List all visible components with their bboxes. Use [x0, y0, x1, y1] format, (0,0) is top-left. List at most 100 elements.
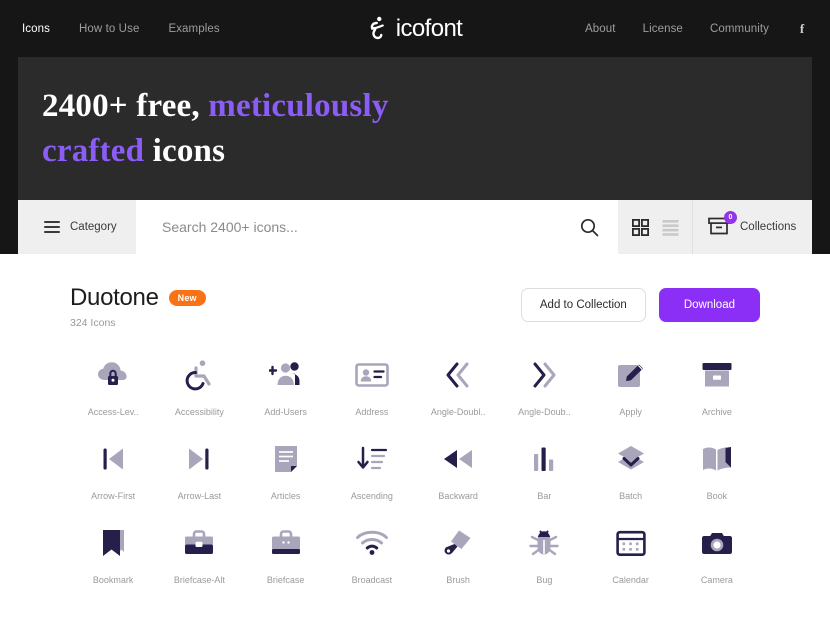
- icon-grid: Access-Lev.. Accessibility Add-Users Add…: [70, 355, 760, 585]
- facebook-icon[interactable]: f: [796, 21, 808, 37]
- ascending-icon: [352, 439, 392, 479]
- icon-cell-briefcase-alt[interactable]: Briefcase-Alt: [156, 523, 242, 585]
- icon-cell-add-users[interactable]: Add-Users: [243, 355, 329, 417]
- angle-double-right-icon: [524, 355, 564, 395]
- icon-cell-broadcast[interactable]: Broadcast: [329, 523, 415, 585]
- hero-section-wrapper: 2400+ free, meticulously crafted icons: [0, 57, 830, 200]
- icon-cell-backward[interactable]: Backward: [415, 439, 501, 501]
- view-toggle-group: [618, 200, 692, 254]
- angle-double-left-icon: [438, 355, 478, 395]
- hero-text-part1: 2400+ free,: [42, 87, 209, 124]
- icon-cell-bug[interactable]: Bug: [501, 523, 587, 585]
- nav-link-about[interactable]: About: [585, 23, 616, 35]
- icon-count-label: 324 Icons: [70, 317, 116, 329]
- icon-cell-book[interactable]: Book: [674, 439, 760, 501]
- icon-cell-angle-double-right[interactable]: Angle-Doub..: [501, 355, 587, 417]
- bug-icon: [524, 523, 564, 563]
- icon-cell-arrow-last[interactable]: Arrow-Last: [156, 439, 242, 501]
- icon-cell-bar[interactable]: Bar: [501, 439, 587, 501]
- icon-label: Ascending: [350, 491, 393, 501]
- nav-link-examples[interactable]: Examples: [168, 23, 219, 35]
- add-to-collection-button[interactable]: Add to Collection: [520, 288, 646, 322]
- download-button[interactable]: Download: [658, 288, 760, 322]
- icon-cell-address[interactable]: Address: [329, 355, 415, 417]
- header-actions: Add to Collection Download: [520, 284, 760, 322]
- icon-label: Camera: [700, 575, 733, 585]
- bar-icon: [524, 439, 564, 479]
- bookmark-icon: [93, 523, 133, 563]
- articles-icon: [266, 439, 306, 479]
- icon-cell-arrow-first[interactable]: Arrow-First: [70, 439, 156, 501]
- search-bar-wrapper: Category Search 2400+ icons... 0 Collect…: [0, 200, 830, 254]
- icon-cell-calendar[interactable]: Calendar: [588, 523, 674, 585]
- icon-cell-access-level[interactable]: Access-Lev..: [70, 355, 156, 417]
- icon-label: Batch: [619, 491, 643, 501]
- nav-links-right: About License Community f: [585, 21, 808, 37]
- icon-label: Apply: [619, 407, 642, 417]
- search-icon[interactable]: [572, 218, 606, 237]
- icon-cell-accessibility[interactable]: Accessibility: [156, 355, 242, 417]
- main-content: Duotone New 324 Icons Add to Collection …: [0, 254, 830, 585]
- hero-heading: 2400+ free, meticulously crafted icons: [42, 84, 512, 174]
- icon-label: Briefcase: [266, 575, 305, 585]
- icon-cell-archive[interactable]: Archive: [674, 355, 760, 417]
- icon-label: Book: [706, 491, 728, 501]
- icon-label: Brush: [446, 575, 470, 585]
- brush-icon: [438, 523, 478, 563]
- hero-text-accent1: meticulously: [208, 87, 389, 124]
- nav-links-left: Icons How to Use Examples: [22, 23, 220, 35]
- collections-label: Collections: [740, 221, 797, 233]
- icon-cell-ascending[interactable]: Ascending: [329, 439, 415, 501]
- nav-link-license[interactable]: License: [643, 23, 683, 35]
- hamburger-menu-icon: [44, 221, 60, 233]
- grid-view-icon[interactable]: [631, 218, 649, 236]
- section-header: Duotone New 324 Icons Add to Collection …: [70, 284, 760, 329]
- title-row: Duotone New: [70, 284, 206, 312]
- search-input[interactable]: [162, 219, 572, 235]
- icon-label: Bar: [537, 491, 552, 501]
- icon-label: Add-Users: [264, 407, 307, 417]
- logo-wordmark: icofont: [395, 14, 463, 42]
- arrow-first-icon: [93, 439, 133, 479]
- section-title-block: Duotone New 324 Icons: [70, 284, 206, 329]
- hero-section: 2400+ free, meticulously crafted icons: [18, 57, 812, 200]
- batch-icon: [611, 439, 651, 479]
- broadcast-icon: [352, 523, 392, 563]
- icon-cell-batch[interactable]: Batch: [588, 439, 674, 501]
- address-icon: [352, 355, 392, 395]
- arrow-last-icon: [179, 439, 219, 479]
- icofont-logo[interactable]: icofont: [368, 15, 463, 43]
- collections-button[interactable]: 0 Collections: [692, 200, 812, 254]
- icon-label: Backward: [438, 491, 478, 501]
- top-navigation-bar: Icons How to Use Examples icofont About …: [0, 0, 830, 57]
- icon-cell-camera[interactable]: Camera: [674, 523, 760, 585]
- icon-label: Arrow-Last: [177, 491, 222, 501]
- icon-cell-bookmark[interactable]: Bookmark: [70, 523, 156, 585]
- collections-count-badge: 0: [724, 211, 737, 224]
- nav-link-community[interactable]: Community: [710, 23, 769, 35]
- icon-label: Broadcast: [351, 575, 393, 585]
- category-button-label: Category: [70, 221, 117, 233]
- hero-text-accent2: crafted: [42, 132, 145, 169]
- briefcase-icon: [266, 523, 306, 563]
- collections-box-icon: 0: [707, 211, 737, 239]
- nav-link-icons[interactable]: Icons: [22, 23, 50, 35]
- accessibility-icon: [179, 355, 219, 395]
- icon-label: Address: [355, 407, 389, 417]
- icon-label: Angle-Doub..: [518, 407, 571, 417]
- access-level-icon: [93, 355, 133, 395]
- category-button[interactable]: Category: [18, 200, 136, 254]
- briefcase-alt-icon: [179, 523, 219, 563]
- icon-cell-angle-double-left[interactable]: Angle-Doubl..: [415, 355, 501, 417]
- hero-text-part2: icons: [144, 132, 226, 169]
- calendar-icon: [611, 523, 651, 563]
- icon-label: Angle-Doubl..: [430, 407, 486, 417]
- icon-label: Calendar: [612, 575, 649, 585]
- icon-cell-brush[interactable]: Brush: [415, 523, 501, 585]
- apply-icon: [611, 355, 651, 395]
- icon-cell-articles[interactable]: Articles: [243, 439, 329, 501]
- list-view-icon[interactable]: [662, 219, 679, 236]
- nav-link-how-to-use[interactable]: How to Use: [79, 23, 139, 35]
- icon-cell-briefcase[interactable]: Briefcase: [243, 523, 329, 585]
- icon-cell-apply[interactable]: Apply: [588, 355, 674, 417]
